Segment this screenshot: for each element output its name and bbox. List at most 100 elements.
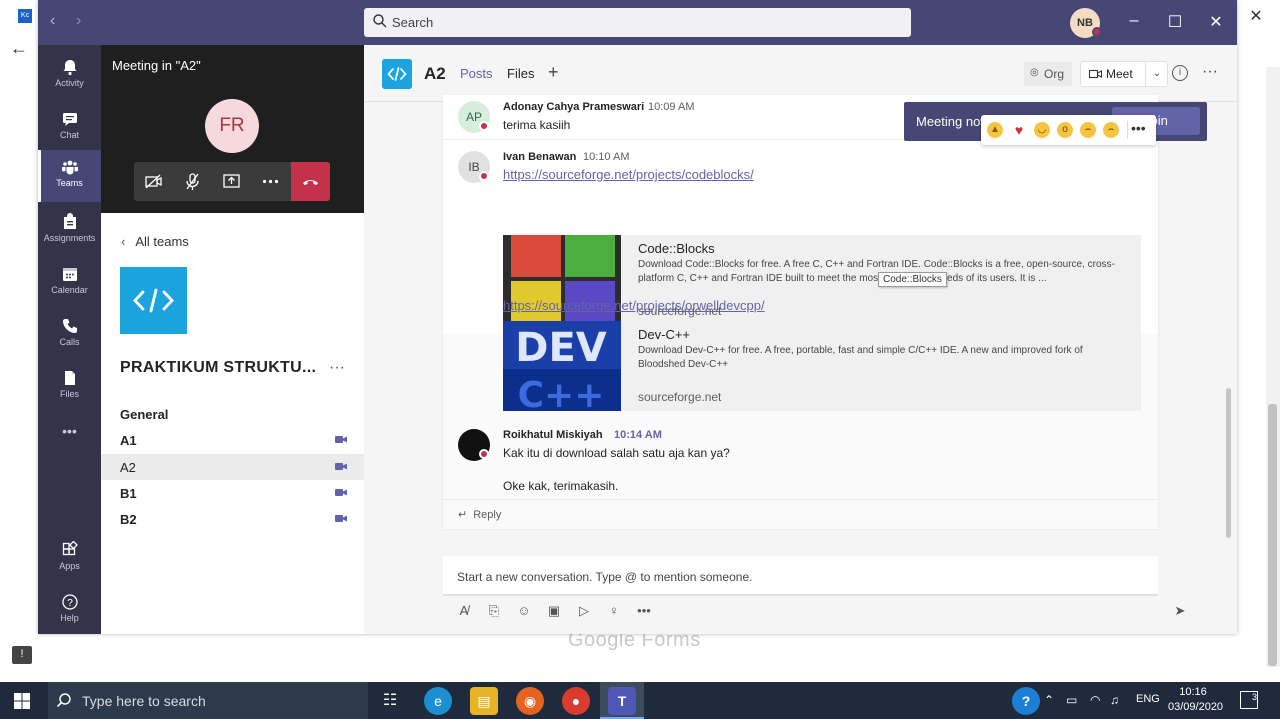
- rail-label: Calendar: [51, 285, 88, 295]
- surprised-reaction-icon[interactable]: o: [1057, 122, 1073, 138]
- browser-tab-favicon[interactable]: Kc: [18, 9, 32, 23]
- attach-icon[interactable]: ⎘: [486, 603, 502, 619]
- maximize-icon[interactable]: ☐: [1163, 12, 1187, 32]
- channel-general[interactable]: General: [101, 401, 364, 427]
- channel-a2[interactable]: A2: [101, 454, 364, 480]
- more-options-icon[interactable]: [251, 162, 290, 201]
- more-options-icon[interactable]: ···: [1202, 63, 1218, 81]
- card-site: sourceforge.net: [638, 390, 722, 404]
- channel-a1[interactable]: A1: [101, 427, 364, 453]
- call-controls: [134, 162, 330, 201]
- message-link[interactable]: https://sourceforge.net/projects/codeblo…: [503, 167, 754, 182]
- compose-box[interactable]: Start a new conversation. Type @ to ment…: [443, 556, 1158, 596]
- meeting-panel[interactable]: Meeting in "A2" FR: [101, 45, 364, 213]
- laugh-reaction-icon[interactable]: ◡: [1034, 122, 1050, 138]
- search-input[interactable]: Search: [364, 8, 911, 37]
- clock-date: 03/09/2020: [1168, 701, 1224, 713]
- rail-label: Teams: [56, 178, 83, 188]
- message-timestamp: 10:09 AM: [648, 101, 695, 113]
- message-author[interactable]: Ivan Benawan: [503, 151, 576, 163]
- like-reaction-icon[interactable]: ▲: [987, 122, 1003, 138]
- all-teams-link[interactable]: ‹ All teams: [121, 234, 189, 249]
- rail-item-chat[interactable]: Chat: [38, 102, 101, 154]
- emoji-icon[interactable]: ☺: [516, 603, 532, 619]
- nav-forward-icon[interactable]: ›: [76, 12, 81, 30]
- praise-icon[interactable]: ♀: [606, 603, 622, 619]
- tab-files[interactable]: Files: [507, 66, 534, 81]
- rail-item-files[interactable]: Files: [38, 361, 101, 413]
- rail-item-help[interactable]: ? Help: [38, 585, 101, 637]
- link-preview-card[interactable]: DEV C++ Dev-C++ Download Dev-C++ for free…: [503, 321, 1141, 411]
- rail-item-teams[interactable]: Teams: [38, 150, 101, 202]
- minimize-icon[interactable]: –: [1122, 12, 1146, 30]
- help-icon: ?: [61, 594, 78, 610]
- sad-reaction-icon[interactable]: ⌢: [1080, 122, 1096, 138]
- input-language[interactable]: ENG: [1136, 693, 1160, 705]
- mic-off-icon[interactable]: [173, 162, 212, 201]
- more-compose-icon[interactable]: •••: [636, 603, 652, 619]
- nav-back-icon[interactable]: ‹: [50, 12, 55, 30]
- info-icon[interactable]: i: [1172, 65, 1188, 81]
- browser-back-icon[interactable]: ←: [10, 38, 32, 60]
- help-tray-icon[interactable]: ?: [1012, 687, 1040, 715]
- format-icon[interactable]: A̸: [456, 603, 472, 619]
- clock[interactable]: 10:16 03/09/2020: [1168, 685, 1224, 715]
- rail-item-calls[interactable]: Calls: [38, 309, 101, 361]
- windows-start-icon[interactable]: [14, 693, 30, 709]
- chevron-up-icon[interactable]: ⌃: [1044, 693, 1054, 707]
- thread-scrollbar[interactable]: [1226, 388, 1231, 538]
- file-explorer-icon[interactable]: ▤: [470, 687, 498, 715]
- browser-close-icon[interactable]: ✕: [1246, 6, 1266, 26]
- send-icon[interactable]: ➤: [1172, 603, 1188, 619]
- team-more-icon[interactable]: ···: [329, 359, 345, 377]
- rail-label: Chat: [59, 130, 79, 140]
- notification-count: 3: [1251, 692, 1257, 702]
- rail-item-assignments[interactable]: Assignments: [38, 205, 101, 257]
- assignments-icon: [63, 213, 76, 229]
- channel-b1[interactable]: B1: [101, 480, 364, 506]
- feedback-icon[interactable]: !: [12, 646, 32, 664]
- heart-reaction-icon[interactable]: ♥: [1011, 122, 1027, 138]
- rail-item-apps[interactable]: Apps: [38, 533, 101, 585]
- meeting-camera-icon: [335, 463, 347, 470]
- channel-main: A2 Posts Files + ◎ Org Meet ⌄ i ··· AP Ad…: [364, 45, 1237, 634]
- rail-item-activity[interactable]: Activity: [38, 50, 101, 102]
- chevron-down-icon[interactable]: ⌄: [1145, 62, 1168, 86]
- rail-label: Assignments: [43, 233, 96, 243]
- battery-icon[interactable]: ▭: [1066, 693, 1077, 707]
- eye-icon: ◎: [1030, 67, 1039, 78]
- chrome-icon[interactable]: ●: [562, 687, 590, 715]
- tab-posts[interactable]: Posts: [460, 66, 493, 81]
- message-author[interactable]: Adonay Cahya Prameswari: [503, 101, 644, 113]
- add-tab-icon[interactable]: +: [548, 62, 559, 83]
- message-author[interactable]: Roikhatul Miskiyah: [503, 429, 603, 441]
- rail-item-calendar[interactable]: Calendar: [38, 257, 101, 309]
- firefox-icon[interactable]: ◉: [516, 687, 544, 715]
- more-actions-icon[interactable]: •••: [1131, 120, 1146, 136]
- teams-sidebar: ‹ All teams PRAKTIKUM STRUKTU... ··· Gene…: [101, 213, 364, 634]
- meeting-title: Meeting in "A2": [112, 58, 201, 73]
- browser-scrollbar-thumb[interactable]: [1268, 404, 1277, 666]
- channel-b2[interactable]: B2: [101, 506, 364, 532]
- sticker-icon[interactable]: ▣: [546, 603, 562, 619]
- camera-off-icon[interactable]: [134, 162, 173, 201]
- org-button[interactable]: ◎ Org: [1024, 62, 1072, 86]
- volume-icon[interactable]: ♫: [1110, 693, 1119, 707]
- meet-button[interactable]: Meet ⌄: [1080, 61, 1168, 87]
- meet-now-icon[interactable]: ▷: [576, 603, 592, 619]
- close-icon[interactable]: ✕: [1204, 12, 1228, 32]
- hang-up-icon[interactable]: [291, 162, 330, 201]
- rail-more-icon[interactable]: •••: [38, 423, 101, 475]
- share-screen-icon[interactable]: [212, 162, 251, 201]
- reply-button[interactable]: ↵ Reply: [458, 508, 501, 521]
- wifi-icon[interactable]: ◠: [1090, 693, 1100, 707]
- angry-reaction-icon[interactable]: ⌢: [1103, 122, 1119, 138]
- teams-app-icon[interactable]: T: [608, 687, 636, 715]
- task-view-icon[interactable]: ☷: [376, 687, 404, 715]
- taskbar-search[interactable]: Type here to search: [48, 682, 368, 719]
- notification-center-icon[interactable]: 3: [1240, 691, 1258, 709]
- message-link[interactable]: https://sourceforge.net/projects/orwelld…: [503, 298, 765, 313]
- team-name[interactable]: PRAKTIKUM STRUKTU...: [120, 359, 316, 377]
- edge-icon[interactable]: e: [424, 687, 452, 715]
- reply-label: Reply: [473, 509, 502, 521]
